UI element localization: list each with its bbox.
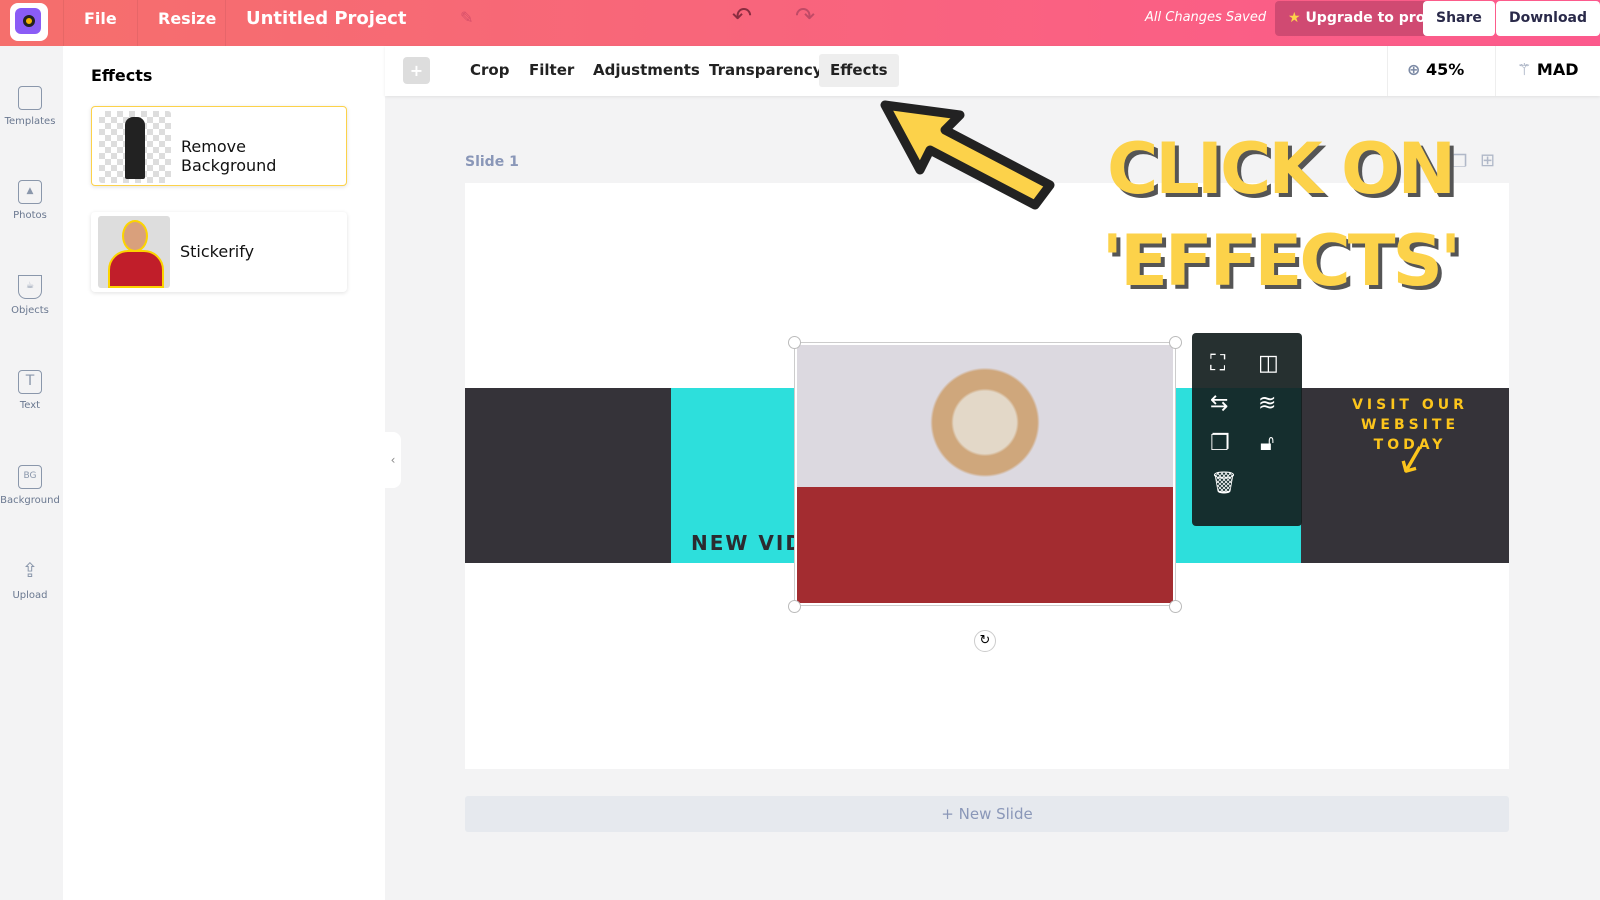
resize-handle[interactable]	[788, 336, 801, 349]
context-menu: ⛶ ◫ ⇆ ≋ ❐ 🔓︎ 🗑︎	[1192, 333, 1302, 526]
resize-handle[interactable]	[1169, 336, 1182, 349]
photo-icon: ▲	[18, 180, 42, 204]
sidebar: Templates ▲ Photos ☕ Objects T Text BG Backg…	[0, 46, 63, 900]
annotation-arrow-icon	[880, 100, 1060, 210]
stickerify-card[interactable]: Stickerify	[91, 212, 347, 292]
tab-filter[interactable]: Filter	[518, 54, 585, 87]
tab-effects[interactable]: Effects	[819, 54, 899, 87]
resize-handle[interactable]	[788, 600, 801, 613]
magic-wand-icon: ⚚	[1517, 60, 1532, 79]
sidebar-item-photos[interactable]: ▲ Photos	[0, 180, 60, 221]
resize-handle[interactable]	[1169, 600, 1182, 613]
redo-icon[interactable]: ↷	[795, 2, 815, 30]
selected-photo[interactable]	[794, 342, 1176, 606]
replace-icon[interactable]: ⇆	[1210, 391, 1228, 416]
add-slide-icon[interactable]: ⊞	[1480, 150, 1495, 171]
unlock-icon[interactable]: 🔓︎	[1260, 431, 1274, 456]
sidebar-item-text[interactable]: T Text	[0, 370, 60, 411]
effects-panel: Effects Remove Background Stickerify	[63, 46, 385, 900]
slide-label: Slide 1	[465, 154, 519, 170]
tab-transparency[interactable]: Transparency	[698, 54, 834, 87]
copy-icon[interactable]: ❐	[1210, 431, 1230, 456]
image-toolbar: + Crop Filter Adjustments Transparency E…	[385, 46, 1600, 96]
star-icon: ★	[1288, 10, 1301, 26]
project-title[interactable]: Untitled Project	[225, 0, 426, 46]
tab-adjustments[interactable]: Adjustments	[582, 54, 711, 87]
templates-icon	[18, 86, 42, 110]
share-button[interactable]: Share	[1423, 1, 1495, 36]
save-status: All Changes Saved	[1145, 10, 1267, 25]
zoom-in-icon: ⊕	[1407, 60, 1421, 79]
undo-icon[interactable]: ↶	[732, 2, 752, 30]
slide-canvas[interactable]: NEW VIDE VISIT OUR WEBSITE TODAY ↓ ↻ ⛶ ◫…	[465, 128, 1509, 769]
top-bar: File Resize Untitled Project ✎ ↶ ↷ All C…	[0, 0, 1600, 46]
cup-icon: ☕	[18, 275, 42, 299]
file-menu[interactable]: File	[63, 0, 137, 46]
annotation-text: CLICK ON 'EFFECTS'	[1101, 128, 1462, 302]
fullscreen-icon[interactable]: ⛶	[1210, 351, 1225, 376]
pencil-icon[interactable]: ✎	[460, 8, 473, 27]
remove-background-thumbnail	[99, 111, 171, 183]
background-icon: BG	[18, 465, 42, 489]
upgrade-button[interactable]: ★ Upgrade to pro	[1275, 1, 1439, 36]
sidebar-item-background[interactable]: BG Background	[0, 465, 60, 506]
upload-icon: ⇪	[21, 558, 39, 582]
download-button[interactable]: Download	[1496, 1, 1600, 36]
trash-icon[interactable]: 🗑︎	[1210, 471, 1238, 496]
rotate-handle[interactable]: ↻	[974, 630, 996, 652]
layers-icon[interactable]: ≋	[1258, 391, 1276, 416]
zoom-control[interactable]: ⊕ 45%	[1407, 60, 1464, 79]
sidebar-item-templates[interactable]: Templates	[0, 86, 60, 127]
flip-icon[interactable]: ◫	[1258, 351, 1279, 376]
remove-background-card[interactable]: Remove Background	[91, 106, 347, 186]
magic-button[interactable]: ⚚ MAD	[1517, 60, 1579, 79]
tab-crop[interactable]: Crop	[459, 54, 520, 87]
add-button[interactable]: +	[403, 57, 430, 84]
sidebar-item-objects[interactable]: ☕ Objects	[0, 275, 60, 316]
new-slide-button[interactable]: + New Slide	[465, 796, 1509, 832]
app-logo[interactable]	[10, 3, 48, 41]
stickerify-thumbnail	[98, 216, 170, 288]
resize-menu[interactable]: Resize	[137, 0, 236, 46]
collapse-panel-button[interactable]: ‹	[385, 432, 401, 488]
text-icon: T	[18, 370, 42, 394]
panel-title: Effects	[91, 66, 153, 85]
sidebar-item-upload[interactable]: ⇪ Upload	[0, 558, 60, 602]
